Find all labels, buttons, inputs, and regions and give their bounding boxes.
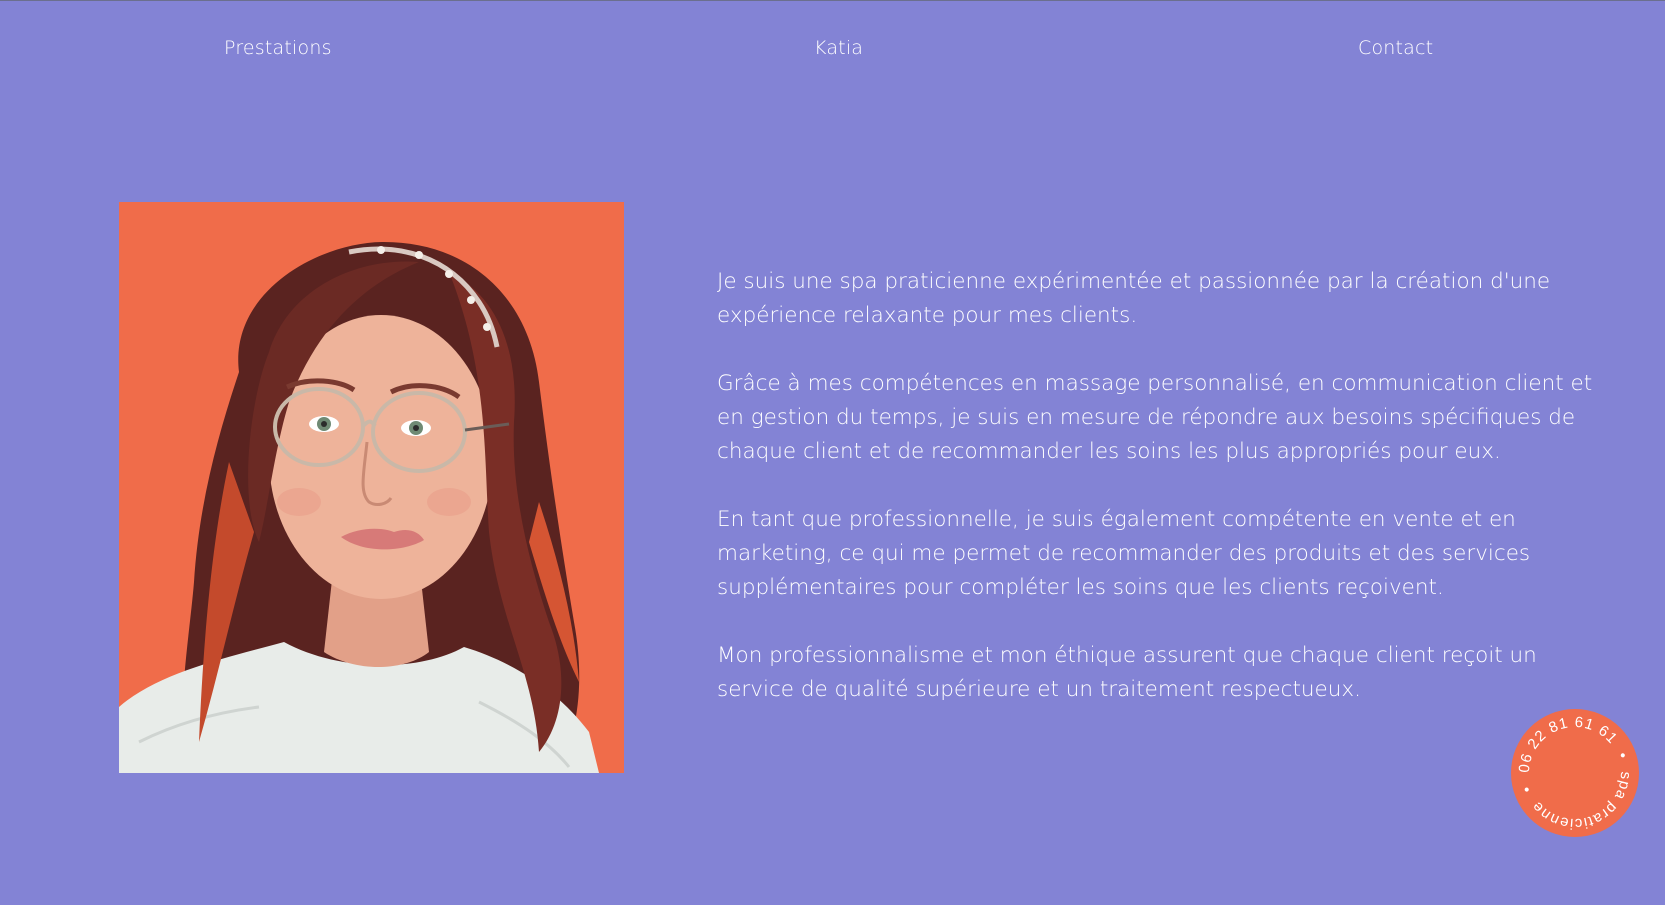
main-nav: Prestations Katia Contact	[0, 37, 1665, 67]
bio-text: Je suis une spa praticienne expérimentée…	[717, 265, 1617, 741]
circular-text-badge-icon: 06 22 81 61 61 • spa praticienne •	[1516, 714, 1634, 832]
bio-paragraph-2: Grâce à mes compétences en massage perso…	[717, 371, 1593, 464]
badge-separator-2: •	[1518, 783, 1536, 794]
badge-title: spa praticienne	[1528, 771, 1634, 832]
page: Prestations Katia Contact Je suis une sp…	[0, 0, 1665, 905]
bio-paragraph-4: Mon professionnalisme et mon éthique ass…	[717, 643, 1537, 702]
svg-text:06 22 81 61 61 •: 06 22 81 61 61 • spa praticienne •	[1516, 714, 1634, 832]
bio-paragraph-1: Je suis une spa praticienne expérimentée…	[717, 269, 1551, 328]
bio-paragraph-3: En tant que professionnelle, je suis éga…	[717, 507, 1531, 600]
portrait-photo	[119, 202, 624, 773]
nav-link-prestations[interactable]: Prestations	[224, 37, 332, 59]
nav-link-contact[interactable]: Contact	[1358, 37, 1433, 59]
badge-phone: 06 22 81 61 61	[1516, 714, 1621, 774]
contact-badge[interactable]: 06 22 81 61 61 • spa praticienne •	[1511, 709, 1639, 837]
nav-link-katia[interactable]: Katia	[814, 37, 863, 59]
portrait-photo-icon	[119, 202, 624, 773]
badge-separator-1: •	[1613, 750, 1631, 762]
